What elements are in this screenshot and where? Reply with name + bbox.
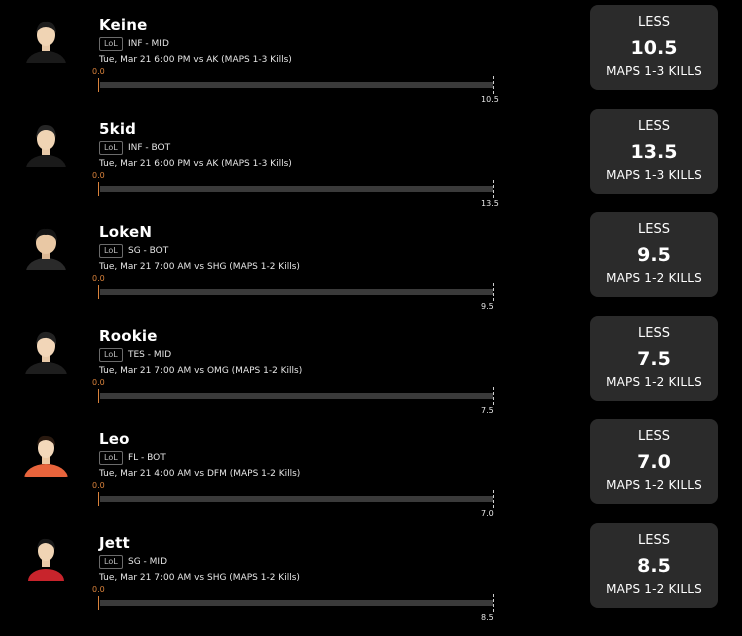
pick-line-value: 8.5 xyxy=(637,555,671,577)
game-info: Tue, Mar 21 6:00 PM vs AK (MAPS 1-3 Kill… xyxy=(99,159,292,169)
pick-line-value: 7.5 xyxy=(637,348,671,370)
player-row: Rookie LoL TES - MID Tue, Mar 21 7:00 AM… xyxy=(0,316,742,429)
range-min-tick xyxy=(98,389,99,403)
pick-line-value: 10.5 xyxy=(630,37,678,59)
range-track xyxy=(100,496,493,502)
range-min-label: 0.0 xyxy=(92,378,105,387)
range-track xyxy=(100,289,493,295)
player-row: LokeN LoL SG - BOT Tue, Mar 21 7:00 AM v… xyxy=(0,212,742,325)
range-track xyxy=(100,393,493,399)
player-name: Leo xyxy=(99,430,130,448)
range-min-tick xyxy=(98,182,99,196)
game-tag: LoL xyxy=(99,555,123,569)
game-info: Tue, Mar 21 4:00 AM vs DFM (MAPS 1-2 Kil… xyxy=(99,469,301,479)
player-name: Keine xyxy=(99,16,148,34)
pick-stat-type: MAPS 1-2 KILLS xyxy=(606,582,702,596)
player-name: Rookie xyxy=(99,327,158,345)
range-min-label: 0.0 xyxy=(92,171,105,180)
game-info: Tue, Mar 21 7:00 AM vs SHG (MAPS 1-2 Kil… xyxy=(99,262,300,272)
player-name: LokeN xyxy=(99,223,153,241)
game-info: Tue, Mar 21 7:00 AM vs SHG (MAPS 1-2 Kil… xyxy=(99,573,300,583)
range-min-tick xyxy=(98,285,99,299)
pick-card[interactable]: LESS 9.5 MAPS 1-2 KILLS xyxy=(590,212,718,297)
pick-line-value: 9.5 xyxy=(637,244,671,266)
jersey-shape xyxy=(24,464,68,477)
range-min-label: 0.0 xyxy=(92,274,105,283)
pick-card[interactable]: LESS 8.5 MAPS 1-2 KILLS xyxy=(590,523,718,608)
player-avatar xyxy=(22,429,70,477)
pick-line-value: 7.0 xyxy=(637,451,671,473)
range-track xyxy=(100,82,493,88)
pick-stat-type: MAPS 1-3 KILLS xyxy=(606,64,702,78)
pick-stat-type: MAPS 1-3 KILLS xyxy=(606,168,702,182)
range-track xyxy=(100,186,493,192)
range-max-label: 7.0 xyxy=(481,509,494,518)
range-track xyxy=(100,600,493,606)
team-position: SG - MID xyxy=(128,557,168,567)
range-max-label: 9.5 xyxy=(481,302,494,311)
range-max-tick xyxy=(493,490,494,508)
pick-direction: LESS xyxy=(638,222,670,237)
jersey-shape xyxy=(26,155,66,167)
team-position: SG - BOT xyxy=(128,246,169,256)
range-min-tick xyxy=(98,492,99,506)
range-min-tick xyxy=(98,596,99,610)
pick-direction: LESS xyxy=(638,326,670,341)
range-max-tick xyxy=(493,387,494,405)
range-max-label: 7.5 xyxy=(481,406,494,415)
jersey-shape xyxy=(28,569,64,581)
pick-direction: LESS xyxy=(638,429,670,444)
pick-card[interactable]: LESS 7.5 MAPS 1-2 KILLS xyxy=(590,316,718,401)
pick-stat-type: MAPS 1-2 KILLS xyxy=(606,375,702,389)
player-row: Jett LoL SG - MID Tue, Mar 21 7:00 AM vs… xyxy=(0,523,742,636)
player-avatar xyxy=(22,119,70,167)
player-avatar xyxy=(22,15,70,63)
range-max-tick xyxy=(493,76,494,94)
player-name: 5kid xyxy=(99,120,137,138)
team-position: INF - BOT xyxy=(128,143,171,153)
pick-direction: LESS xyxy=(638,15,670,30)
game-tag: LoL xyxy=(99,244,123,258)
game-tag: LoL xyxy=(99,37,123,51)
player-row: Keine LoL INF - MID Tue, Mar 21 6:00 PM … xyxy=(0,5,742,118)
player-name: Jett xyxy=(99,534,130,552)
player-avatar xyxy=(22,222,70,270)
pick-direction: LESS xyxy=(638,533,670,548)
range-max-label: 8.5 xyxy=(481,613,494,622)
player-avatar xyxy=(22,326,70,374)
game-tag: LoL xyxy=(99,451,123,465)
range-max-tick xyxy=(493,283,494,301)
pick-stat-type: MAPS 1-2 KILLS xyxy=(606,478,702,492)
game-info: Tue, Mar 21 6:00 PM vs AK (MAPS 1-3 Kill… xyxy=(99,55,292,65)
team-position: FL - BOT xyxy=(128,453,166,463)
pick-line-value: 13.5 xyxy=(630,141,678,163)
range-max-tick xyxy=(493,180,494,198)
player-row: 5kid LoL INF - BOT Tue, Mar 21 6:00 PM v… xyxy=(0,109,742,222)
pick-card[interactable]: LESS 10.5 MAPS 1-3 KILLS xyxy=(590,5,718,90)
jersey-shape xyxy=(26,51,66,63)
team-position: TES - MID xyxy=(128,350,172,360)
range-max-label: 10.5 xyxy=(481,95,499,104)
range-min-label: 0.0 xyxy=(92,585,105,594)
range-max-label: 13.5 xyxy=(481,199,499,208)
team-position: INF - MID xyxy=(128,39,169,49)
pick-stat-type: MAPS 1-2 KILLS xyxy=(606,271,702,285)
pick-card[interactable]: LESS 7.0 MAPS 1-2 KILLS xyxy=(590,419,718,504)
range-max-tick xyxy=(493,594,494,612)
game-tag: LoL xyxy=(99,348,123,362)
player-row: Leo LoL FL - BOT Tue, Mar 21 4:00 AM vs … xyxy=(0,419,742,532)
player-avatar xyxy=(22,533,70,581)
pick-direction: LESS xyxy=(638,119,670,134)
jersey-shape xyxy=(25,362,67,374)
range-min-label: 0.0 xyxy=(92,481,105,490)
game-tag: LoL xyxy=(99,141,123,155)
range-min-tick xyxy=(98,78,99,92)
game-info: Tue, Mar 21 7:00 AM vs OMG (MAPS 1-2 Kil… xyxy=(99,366,303,376)
pick-card[interactable]: LESS 13.5 MAPS 1-3 KILLS xyxy=(590,109,718,194)
range-min-label: 0.0 xyxy=(92,67,105,76)
jersey-shape xyxy=(26,258,66,270)
